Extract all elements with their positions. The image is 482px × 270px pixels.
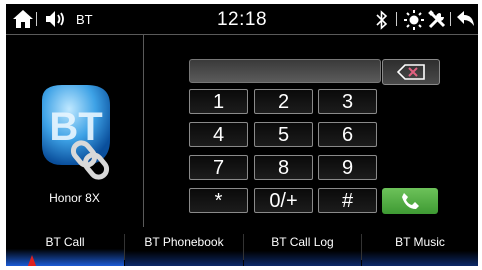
tab-bt-call[interactable]: BT Call [6, 228, 124, 266]
backspace-icon [397, 64, 425, 80]
tab-bt-music[interactable]: BT Music [362, 228, 478, 266]
key-hash[interactable]: # [318, 188, 377, 213]
key-star[interactable]: * [189, 188, 248, 213]
tools-icon[interactable] [427, 10, 447, 30]
key-3[interactable]: 3 [318, 89, 377, 114]
back-icon[interactable] [456, 10, 476, 28]
pointer-arrow-icon [26, 255, 38, 266]
status-divider [450, 12, 451, 26]
backspace-button[interactable] [382, 59, 440, 85]
bluetooth-link-logo: BT [32, 80, 120, 180]
key-6[interactable]: 6 [318, 122, 377, 147]
device-panel: BT Honor 8X [6, 35, 144, 227]
key-9[interactable]: 9 [318, 155, 377, 180]
bluetooth-icon[interactable] [375, 10, 389, 30]
number-display [189, 59, 381, 83]
status-bar: BT 12:18 [6, 4, 478, 35]
key-4[interactable]: 4 [189, 122, 248, 147]
call-button[interactable] [382, 188, 438, 214]
tab-bt-phonebook[interactable]: BT Phonebook [125, 228, 243, 266]
key-0-plus[interactable]: 0/+ [254, 188, 313, 213]
bt-call-screen: BT 12:18 BT Honor 8X 1 2 3 4 5 6 7 8 9 *… [6, 4, 478, 266]
status-divider [396, 12, 397, 26]
key-1[interactable]: 1 [189, 89, 248, 114]
bottom-tab-bar: BT Call BT Phonebook BT Call Log BT Musi… [6, 228, 478, 266]
brightness-icon[interactable] [404, 10, 424, 30]
tab-bt-call-log[interactable]: BT Call Log [244, 228, 361, 266]
phone-icon [402, 193, 419, 209]
device-name: Honor 8X [49, 191, 100, 205]
key-7[interactable]: 7 [189, 155, 248, 180]
key-8[interactable]: 8 [254, 155, 313, 180]
key-2[interactable]: 2 [254, 89, 313, 114]
key-5[interactable]: 5 [254, 122, 313, 147]
